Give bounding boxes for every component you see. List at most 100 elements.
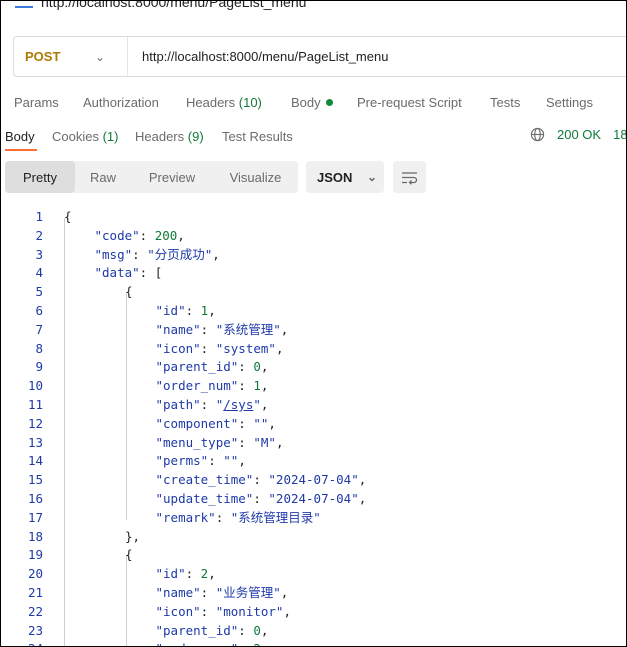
code-token: "系统管理" xyxy=(215,321,281,337)
code-text: "remark": "系统管理目录" xyxy=(156,509,321,528)
tab-test-results[interactable]: Test Results xyxy=(222,129,293,144)
url-input[interactable]: http://localhost:8000/menu/PageList_menu xyxy=(128,49,388,64)
code-token: "icon" xyxy=(155,340,201,356)
code-token: : xyxy=(200,603,216,619)
code-token: , xyxy=(283,603,291,619)
globe-icon[interactable] xyxy=(530,127,545,142)
code-text: { xyxy=(125,546,133,565)
line-number: 18 xyxy=(27,528,43,544)
code-token: "system" xyxy=(215,340,276,356)
code-token: , xyxy=(275,434,284,450)
tab-cookies-count: (1) xyxy=(102,129,119,144)
wrap-lines-icon xyxy=(402,171,418,185)
code-token: : xyxy=(238,378,254,394)
code-token: : xyxy=(253,472,269,488)
line-number: 8 xyxy=(35,340,43,356)
line-number: 7 xyxy=(35,321,43,337)
code-token: "name" xyxy=(155,321,201,337)
code-token: "2024-07-04" xyxy=(268,472,359,488)
tab-headers[interactable]: Headers (10) xyxy=(186,95,262,110)
response-tabs: Body Cookies (1) Headers (9) Test Result… xyxy=(1,127,626,153)
code-token: : xyxy=(238,434,254,450)
view-raw[interactable]: Raw xyxy=(75,161,131,193)
code-token: : xyxy=(132,246,148,262)
line-number: 20 xyxy=(27,566,43,582)
code-text: }, xyxy=(125,528,140,547)
code-token: , xyxy=(238,453,246,469)
code-token: : xyxy=(185,303,201,318)
code-token: "monitor" xyxy=(215,603,284,619)
code-token: 0 xyxy=(253,359,261,375)
code-token: : xyxy=(200,585,216,600)
method-label: POST xyxy=(25,49,61,64)
code-token: , xyxy=(260,622,269,638)
view-preview[interactable]: Preview xyxy=(131,161,213,193)
view-pretty[interactable]: Pretty xyxy=(5,161,75,193)
code-text: "id": 2, xyxy=(156,565,216,584)
code-token: 2 xyxy=(253,641,261,646)
code-token: { xyxy=(125,284,133,300)
response-body-code[interactable]: 1{2 "code": 200, 3 "msg": "分页成功", 4 "data": [… xyxy=(1,204,626,646)
line-number: 24 xyxy=(1,640,43,646)
tab-response-headers[interactable]: Headers (9) xyxy=(135,129,204,144)
tab-settings[interactable]: Settings xyxy=(546,95,593,110)
line-number: 11 xyxy=(27,397,43,412)
code-token: : [ xyxy=(139,265,163,281)
code-token: : xyxy=(208,453,224,469)
tab-headers-label: Headers xyxy=(186,95,236,110)
code-token: { xyxy=(64,209,72,224)
tab-prerequest[interactable]: Pre-request Script xyxy=(357,95,462,110)
line-number: 19 xyxy=(27,547,43,563)
code-token: , xyxy=(260,397,269,412)
code-text: "path": "/sys", xyxy=(156,396,269,415)
code-token: , xyxy=(358,491,367,506)
code-token: "" xyxy=(223,453,239,469)
code-text: { xyxy=(125,283,133,302)
postman-window: http://localhost:8000/menu/PageList_menu… xyxy=(0,0,627,647)
tab-response-headers-count: (9) xyxy=(187,129,204,144)
tab-cookies[interactable]: Cookies (1) xyxy=(52,129,118,144)
http-icon xyxy=(15,1,33,8)
tab-headers-count: (10) xyxy=(238,95,262,110)
format-select[interactable]: JSON ⌄ xyxy=(306,161,384,193)
response-time[interactable]: 18 xyxy=(613,127,626,142)
method-select[interactable]: POST ⌄ xyxy=(14,37,128,76)
code-token: , xyxy=(208,303,216,318)
chevron-down-icon: ⌄ xyxy=(95,49,106,64)
code-token: "update_time" xyxy=(155,491,254,506)
code-token: "parent_id" xyxy=(155,622,239,638)
code-token: "perms" xyxy=(155,453,209,469)
code-token: "name" xyxy=(155,585,201,600)
tab-params[interactable]: Params xyxy=(14,95,59,110)
code-text: "msg": "分页成功", xyxy=(95,246,220,265)
tab-response-body[interactable]: Body xyxy=(5,129,35,144)
code-token: : xyxy=(238,415,254,431)
indent-guide xyxy=(64,218,65,646)
tab-authorization[interactable]: Authorization xyxy=(83,95,159,110)
code-token: , xyxy=(280,585,289,600)
line-number: 15 xyxy=(27,472,43,488)
code-token: : xyxy=(185,566,201,582)
code-token: " xyxy=(253,397,261,412)
code-token: "" xyxy=(253,415,269,431)
code-text: "data": [ xyxy=(95,264,163,283)
code-token: "component" xyxy=(155,415,239,431)
tab-body[interactable]: Body xyxy=(291,95,333,110)
code-token: : xyxy=(238,622,254,638)
code-token: , xyxy=(268,415,276,431)
code-text: "name": "系统管理", xyxy=(156,321,289,340)
tab-tests[interactable]: Tests xyxy=(490,95,520,110)
active-tab-underline xyxy=(5,149,37,151)
code-token: "menu_type" xyxy=(155,434,239,450)
code-token: : xyxy=(215,509,231,525)
line-number: 12 xyxy=(27,415,43,431)
code-text: "code": 200, xyxy=(95,227,185,246)
code-text: "component": "", xyxy=(156,415,276,434)
code-token: "data" xyxy=(94,265,140,281)
view-visualize[interactable]: Visualize xyxy=(213,161,298,193)
code-token: "M" xyxy=(253,434,276,450)
path-link[interactable]: /sys xyxy=(223,397,253,412)
code-token: "id" xyxy=(155,566,186,582)
wrap-lines-button[interactable] xyxy=(393,161,426,193)
status-code[interactable]: 200 OK xyxy=(557,127,601,142)
